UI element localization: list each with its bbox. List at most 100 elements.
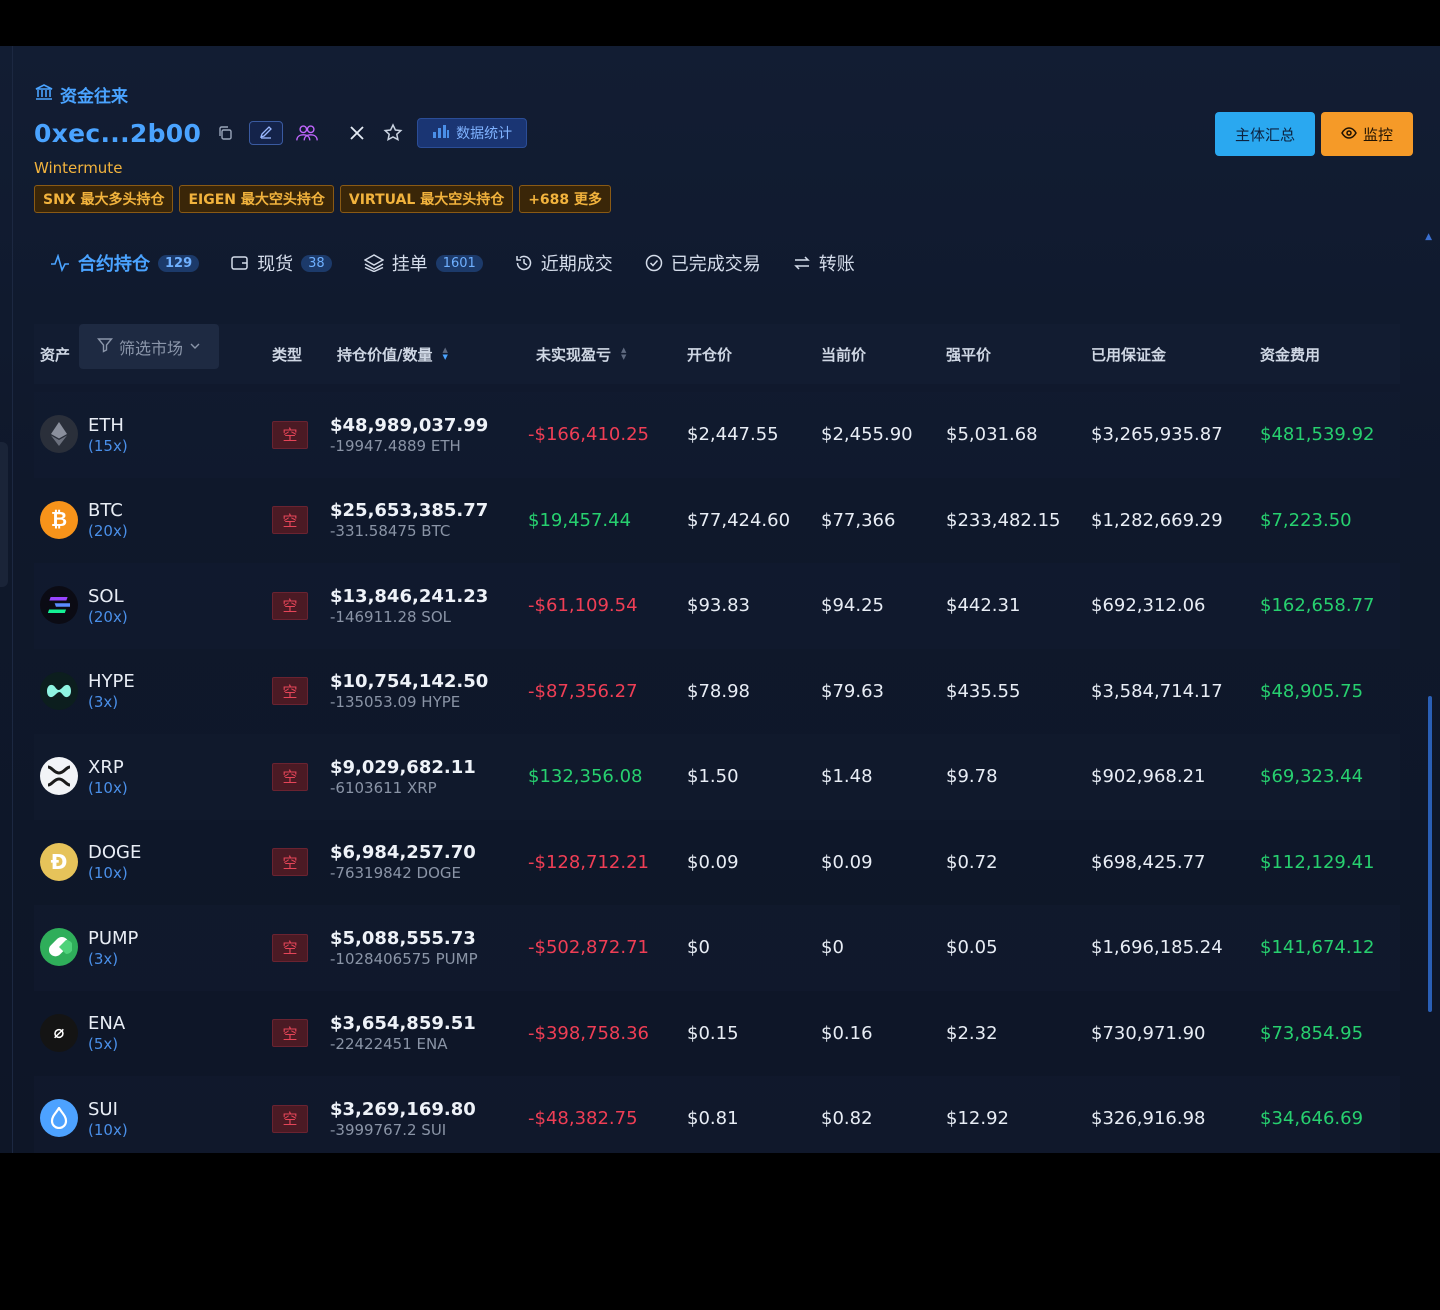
- tab-label: 近期成交: [540, 254, 613, 275]
- asset-cell: ETH (15x): [88, 392, 128, 478]
- tab-transfers[interactable]: 转账: [793, 248, 855, 278]
- sort-icon: ▲ ▼: [621, 346, 627, 361]
- star-icon[interactable]: [381, 121, 405, 145]
- filter-label: 筛选市场: [118, 338, 183, 358]
- asset-symbol[interactable]: SOL: [88, 586, 124, 607]
- data-stats-button[interactable]: 数据统计: [417, 118, 528, 148]
- table-row[interactable]: ₿ BTC (20x) 空 $25,653,385.77 -331.58475 BTC $1…: [34, 478, 1400, 564]
- tab-orders[interactable]: 挂单 1601: [363, 248, 483, 278]
- type-cell: 空: [272, 734, 308, 820]
- asset-cell: PUMP (3x): [88, 905, 138, 991]
- tab-futures-positions[interactable]: 合约持仓 129: [50, 248, 200, 278]
- header-type: 类型: [272, 345, 303, 364]
- type-cell: 空: [272, 649, 308, 735]
- type-cell: 空: [272, 905, 308, 991]
- wallet-address[interactable]: 0xec...2b00: [34, 119, 201, 148]
- position-cell: $3,654,859.51 -22422451 ENA: [330, 991, 476, 1077]
- current-price: $2,455.90: [821, 424, 913, 446]
- asset-symbol[interactable]: XRP: [88, 757, 124, 778]
- table-row[interactable]: SOL (20x) 空 $13,846,241.23 -146911.28 SOL -$6…: [34, 563, 1400, 649]
- unrealized-pnl: -$87,356.27: [528, 680, 638, 702]
- asset-symbol[interactable]: ENA: [88, 1013, 125, 1034]
- table-row[interactable]: SUI (10x) 空 $3,269,169.80 -3999767.2 SUI -$48…: [34, 1076, 1400, 1153]
- entity-summary-button[interactable]: 主体汇总: [1215, 112, 1315, 156]
- btc-icon: ₿: [40, 500, 78, 539]
- position-cell: $9,029,682.11 -6103611 XRP: [330, 734, 476, 820]
- liquidation-price: $2.32: [946, 1022, 998, 1044]
- position-value: $3,654,859.51: [330, 1013, 476, 1035]
- asset-symbol[interactable]: HYPE: [88, 671, 135, 692]
- history-icon: [515, 254, 533, 272]
- unrealized-pnl: -$502,872.71: [528, 937, 650, 959]
- type-cell: 空: [272, 563, 308, 649]
- asset-symbol[interactable]: ETH: [88, 415, 124, 436]
- tag-virtual[interactable]: VIRTUAL 最大空头持仓: [339, 185, 514, 213]
- header-asset: 资产: [40, 345, 71, 364]
- position-cell: $25,653,385.77 -331.58475 BTC: [330, 478, 488, 564]
- short-badge: 空: [272, 1104, 308, 1133]
- type-cell: 空: [272, 820, 308, 906]
- header-unrealized-pnl[interactable]: 未实现盈亏 ▲ ▼: [536, 324, 626, 384]
- tag-snx[interactable]: SNX 最大多头持仓: [34, 185, 174, 213]
- scroll-up-arrow[interactable]: ▲: [1425, 232, 1432, 242]
- xrp-icon: [40, 757, 78, 795]
- header-pnl-label: 未实现盈亏: [536, 345, 612, 364]
- sol-icon: [40, 586, 78, 624]
- tab-completed-trades[interactable]: 已完成交易: [645, 248, 761, 278]
- asset-leverage: (10x): [88, 778, 128, 797]
- current-price: $0: [821, 937, 844, 959]
- liquidation-price: $0.72: [946, 851, 998, 873]
- tag-eigen[interactable]: EIGEN 最大空头持仓: [179, 185, 334, 213]
- header-position-value[interactable]: 持仓价值/数量 ▲ ▼: [337, 324, 448, 384]
- bank-icon: [34, 82, 54, 107]
- asset-leverage: (5x): [88, 1035, 119, 1054]
- margin-used: $3,265,935.87: [1091, 424, 1223, 446]
- side-drawer-handle[interactable]: [0, 442, 8, 587]
- position-value: $3,269,169.80: [330, 1098, 476, 1120]
- asset-symbol[interactable]: PUMP: [88, 928, 138, 949]
- x-twitter-icon[interactable]: [345, 121, 369, 145]
- wallet-icon: [231, 255, 249, 271]
- short-badge: 空: [272, 677, 308, 706]
- asset-symbol[interactable]: SUI: [88, 1099, 118, 1120]
- position-quantity: -6103611 XRP: [330, 778, 437, 797]
- monitor-button[interactable]: 监控: [1321, 112, 1413, 156]
- tab-bar: 合约持仓 129 现货 38 挂单 1601 近期成交 已完成交易 转账: [50, 248, 887, 278]
- asset-symbol[interactable]: BTC: [88, 500, 123, 521]
- address-row: 0xec...2b00 数据统计: [34, 118, 528, 148]
- tag-list: SNX 最大多头持仓 EIGEN 最大空头持仓 VIRTUAL 最大空头持仓 +…: [34, 185, 612, 213]
- asset-leverage: (10x): [88, 1120, 128, 1139]
- unrealized-pnl: -$398,758.36: [528, 1022, 650, 1044]
- position-quantity: -19947.4889 ETH: [330, 436, 461, 455]
- position-cell: $13,846,241.23 -146911.28 SOL: [330, 563, 488, 649]
- position-quantity: -135053.09 HYPE: [330, 693, 461, 712]
- asset-symbol[interactable]: DOGE: [88, 842, 141, 863]
- type-cell: 空: [272, 392, 308, 478]
- table-row[interactable]: PUMP (3x) 空 $5,088,555.73 -1028406575 PUMP -$…: [34, 905, 1400, 991]
- position-value: $48,989,037.99: [330, 414, 489, 436]
- asset-leverage: (15x): [88, 436, 128, 455]
- asset-cell: ENA (5x): [88, 991, 125, 1077]
- pulse-icon: [50, 254, 70, 272]
- filter-market-dropdown[interactable]: 筛选市场: [79, 324, 219, 369]
- table-row[interactable]: XRP (10x) 空 $9,029,682.11 -6103611 XRP $132,3…: [34, 734, 1400, 820]
- tab-spot[interactable]: 现货 38: [231, 248, 332, 278]
- entity-name[interactable]: Wintermute: [34, 159, 122, 177]
- tab-count-badge: 38: [301, 254, 332, 272]
- tag-more[interactable]: +688 更多: [519, 185, 612, 213]
- table-row[interactable]: ETH (15x) 空 $48,989,037.99 -19947.4889 ETH -$…: [34, 392, 1400, 478]
- unrealized-pnl: $132,356.08: [528, 766, 643, 788]
- copy-icon[interactable]: [213, 121, 237, 145]
- open-price: $1.50: [687, 766, 739, 788]
- table-row[interactable]: HYPE (3x) 空 $10,754,142.50 -135053.09 HYPE -$…: [34, 649, 1400, 735]
- table-row[interactable]: Ð DOGE (10x) 空 $6,984,257.70 -76319842 DOGE -$…: [34, 820, 1400, 906]
- tab-recent-trades[interactable]: 近期成交: [515, 248, 613, 278]
- vertical-scrollbar[interactable]: [1428, 696, 1432, 1012]
- table-row[interactable]: ⌀ ENA (5x) 空 $3,654,859.51 -22422451 ENA -$398…: [34, 991, 1400, 1077]
- funding-fee: $7,223.50: [1260, 509, 1352, 531]
- header-current-price: 当前价: [821, 345, 867, 364]
- short-badge: 空: [272, 848, 308, 877]
- edit-button[interactable]: [249, 121, 284, 145]
- transfer-icon: [793, 255, 811, 271]
- users-icon[interactable]: [295, 121, 319, 145]
